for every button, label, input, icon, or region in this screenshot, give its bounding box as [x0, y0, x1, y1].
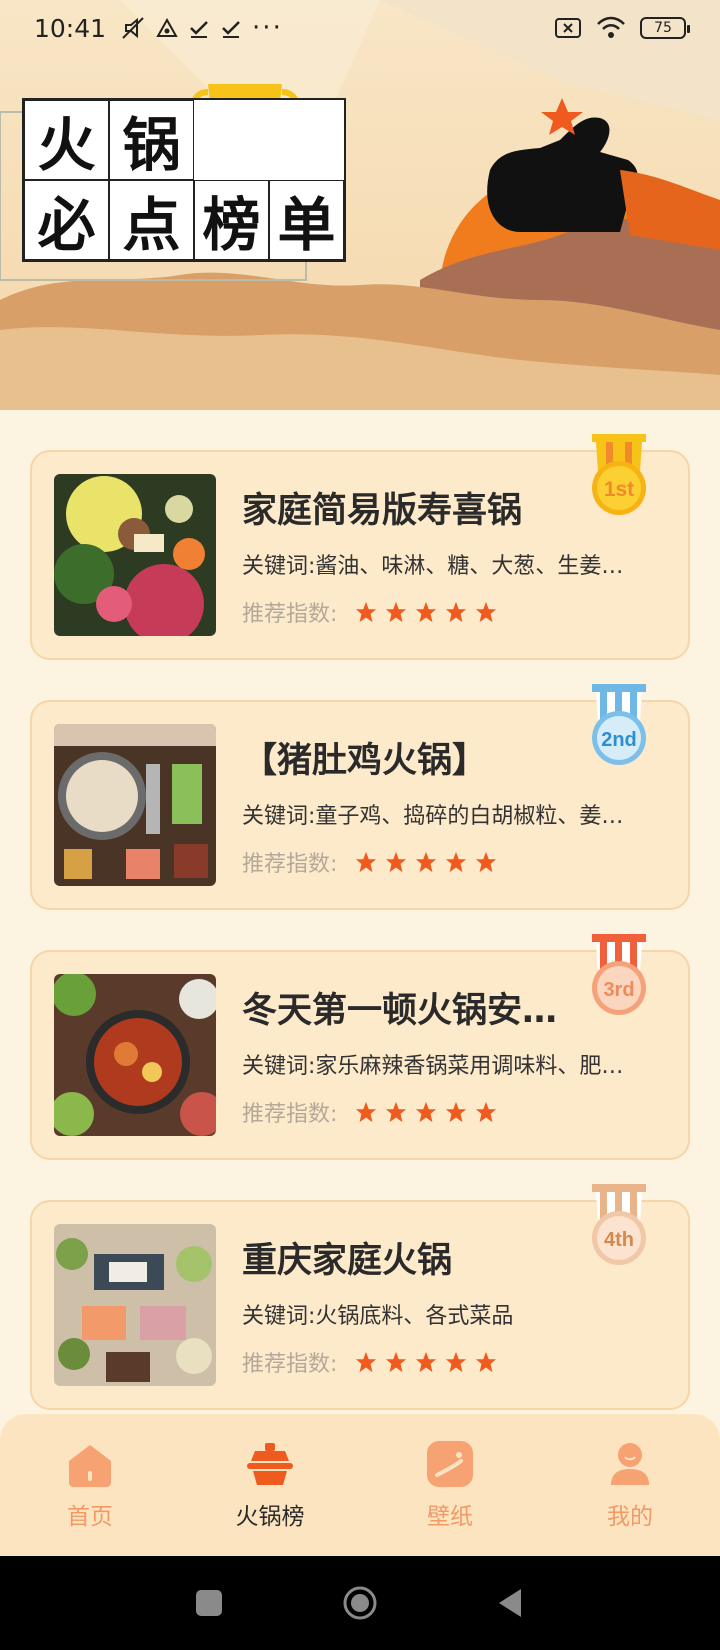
- star-icon: [386, 1351, 407, 1373]
- star-icon: [446, 1101, 467, 1123]
- status-time: 10:41: [34, 13, 107, 43]
- wallpaper-icon: [427, 1441, 473, 1487]
- recipe-image: [54, 724, 216, 886]
- recipe-keywords: 关键词:家乐麻辣香锅菜用调味料、肥…: [242, 1054, 624, 1079]
- star-icon: [476, 1351, 497, 1373]
- sync-icon: [156, 17, 178, 37]
- rank-label: 2nd: [601, 729, 637, 751]
- star-icon: [446, 601, 467, 623]
- rank-label: 3rd: [603, 979, 634, 1001]
- recipe-title: 重庆家庭火锅: [242, 1241, 453, 1281]
- rank-label: 4th: [604, 1229, 634, 1251]
- recipe-card[interactable]: 家庭简易版寿喜锅 关键词:酱油、味淋、糖、大葱、生姜… 推荐指数: 1st: [30, 434, 690, 660]
- star-icon: [416, 1101, 437, 1123]
- sim-off-icon: [555, 18, 581, 38]
- hotpot-icon: [247, 1443, 293, 1485]
- download-done-icon: [190, 21, 208, 38]
- rating-label: 推荐指数:: [242, 1352, 338, 1377]
- recipe-rating: 推荐指数:: [242, 1096, 497, 1128]
- rank-label: 1st: [604, 478, 634, 501]
- recent-apps-button[interactable]: [191, 1585, 227, 1621]
- recipe-card[interactable]: 冬天第一顿火锅安… 关键词:家乐麻辣香锅菜用调味料、肥… 推荐指数: 3rd: [30, 934, 690, 1160]
- rating-label: 推荐指数:: [242, 602, 338, 627]
- rank-medal-gold: 1st: [592, 434, 646, 515]
- sukiyaki-photo: [54, 474, 216, 636]
- rank-medal-bronze: 3rd: [592, 934, 646, 1015]
- star-icon: [416, 1351, 437, 1373]
- tab-hotpot-ranking[interactable]: 火锅榜: [180, 1439, 360, 1531]
- banner-title-char: 单: [269, 180, 344, 260]
- star-icon: [386, 851, 407, 873]
- status-bar: 10:41 ··· 75: [0, 0, 720, 56]
- recipe-rating: 推荐指数:: [242, 846, 497, 878]
- tab-label: 我的: [607, 1504, 653, 1530]
- back-button[interactable]: [493, 1585, 529, 1621]
- recipe-card[interactable]: 【猪肚鸡火锅】 关键词:童子鸡、捣碎的白胡椒粒、姜… 推荐指数: 2nd: [30, 684, 690, 910]
- wifi-icon: [597, 16, 625, 38]
- banner-title-char: 锅: [109, 100, 194, 180]
- recipe-title: 家庭简易版寿喜锅: [242, 491, 523, 531]
- star-rating: [355, 851, 497, 873]
- bottom-tab-bar: 首页 火锅榜 壁纸 我的: [0, 1414, 720, 1556]
- recipe-image: [54, 1224, 216, 1386]
- chongqing-hotpot-photo: [54, 1224, 216, 1386]
- star-icon: [476, 601, 497, 623]
- recipe-keywords: 关键词:火锅底料、各式菜品: [242, 1304, 514, 1329]
- recipe-rating: 推荐指数:: [242, 596, 497, 628]
- recipe-title: 【猪肚鸡火锅】: [242, 741, 488, 781]
- tab-wallpaper[interactable]: 壁纸: [360, 1439, 540, 1531]
- recipe-rating: 推荐指数:: [242, 1346, 497, 1378]
- tab-label: 壁纸: [427, 1504, 473, 1530]
- recipe-image: [54, 474, 216, 636]
- rank-medal-silver: 2nd: [592, 684, 646, 765]
- home-button[interactable]: [342, 1585, 378, 1621]
- star-icon: [356, 601, 377, 623]
- recipe-list: 家庭简易版寿喜锅 关键词:酱油、味淋、糖、大葱、生姜… 推荐指数: 1st 【猪…: [30, 434, 690, 1450]
- star-rating: [355, 1351, 497, 1373]
- home-icon: [69, 1445, 111, 1487]
- battery-level: 75: [654, 20, 672, 36]
- download-done-icon: [222, 21, 240, 38]
- star-rating: [355, 601, 497, 623]
- rating-label: 推荐指数:: [242, 1102, 338, 1127]
- star-icon: [356, 851, 377, 873]
- star-icon: [476, 1101, 497, 1123]
- winter-hotpot-photo: [54, 974, 216, 1136]
- banner-title-char: 火: [24, 100, 109, 180]
- banner-title: 火 锅 必 点 榜 单: [22, 98, 346, 262]
- tab-profile[interactable]: 我的: [540, 1439, 720, 1531]
- recipe-card[interactable]: 重庆家庭火锅 关键词:火锅底料、各式菜品 推荐指数: 4th: [30, 1184, 690, 1410]
- star-rating: [355, 1101, 497, 1123]
- star-icon: [476, 851, 497, 873]
- star-icon: [416, 601, 437, 623]
- profile-icon: [611, 1443, 649, 1485]
- battery-icon: 75: [640, 17, 690, 39]
- recipe-image: [54, 974, 216, 1136]
- star-icon: [386, 601, 407, 623]
- tab-label: 火锅榜: [235, 1504, 305, 1530]
- recipe-title: 冬天第一顿火锅安…: [242, 991, 558, 1031]
- more-notifications-icon: ···: [252, 13, 283, 43]
- star-icon: [446, 851, 467, 873]
- banner-title-char: 点: [109, 180, 194, 260]
- star-icon: [446, 1351, 467, 1373]
- recipe-keywords: 关键词:酱油、味淋、糖、大葱、生姜…: [242, 554, 624, 579]
- mute-icon: [122, 17, 144, 39]
- hotpot-ranking-banner: ✦ ✦ 火 锅 必 点 榜 单: [0, 0, 720, 410]
- star-icon: [386, 1101, 407, 1123]
- tab-home[interactable]: 首页: [0, 1439, 180, 1531]
- recipe-keywords: 关键词:童子鸡、捣碎的白胡椒粒、姜…: [242, 804, 624, 829]
- pork-belly-chicken-hotpot-photo: [54, 724, 216, 886]
- tab-label: 首页: [67, 1504, 113, 1530]
- rank-medal-fourth: 4th: [592, 1184, 646, 1265]
- rating-label: 推荐指数:: [242, 852, 338, 877]
- banner-title-char: 榜: [194, 180, 269, 260]
- star-icon: [416, 851, 437, 873]
- star-icon: [356, 1351, 377, 1373]
- star-icon: [356, 1101, 377, 1123]
- system-navigation-bar: [0, 1556, 720, 1650]
- banner-title-char: 必: [24, 180, 109, 260]
